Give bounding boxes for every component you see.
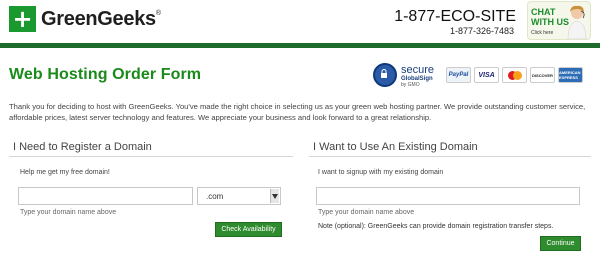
register-divider [9, 156, 293, 157]
chat-label-line2: WITH US [531, 17, 569, 27]
existing-divider [309, 156, 591, 157]
existing-input-hint: Type your domain name above [318, 209, 415, 216]
padlock-icon [381, 69, 387, 78]
logo-wordmark: GreenGeeks [41, 7, 156, 30]
logo-plus-icon: + [9, 6, 36, 32]
register-input-hint: Type your domain name above [20, 209, 117, 216]
site-header: + GreenGeeks® 1-877-ECO-SITE 1-877-326-7… [0, 0, 600, 44]
check-availability-button[interactable]: Check Availability [215, 222, 282, 237]
register-domain-heading: I Need to Register a Domain [13, 141, 152, 153]
secure-badge[interactable]: secure GlobalSign by GMO [373, 63, 443, 91]
logo-registered-mark: ® [155, 9, 161, 17]
visa-card-icon: VISA [474, 67, 499, 83]
mastercard-icon [502, 67, 527, 83]
logo-mark: + [12, 5, 33, 33]
header-divider [0, 43, 600, 48]
tld-select[interactable]: .com [197, 187, 281, 205]
existing-domain-input[interactable] [316, 187, 580, 205]
transfer-note: Note (optional): GreenGeeks can provide … [318, 223, 554, 230]
logo-text: GreenGeeks® [41, 8, 161, 31]
continue-button[interactable]: Continue [540, 236, 581, 251]
phone-number-main: 1-877-ECO-SITE [394, 8, 516, 25]
page-title: Web Hosting Order Form [9, 66, 202, 83]
chat-label-click: Click here [531, 30, 554, 36]
existing-domain-heading: I Want to Use An Existing Domain [313, 141, 478, 153]
select-arrow[interactable] [270, 189, 279, 203]
logo[interactable]: + GreenGeeks® [9, 6, 161, 32]
phone-number-numeric: 1-877-326-7483 [449, 26, 514, 36]
support-agent-icon [567, 5, 587, 39]
register-help-text: Help me get my free domain! [20, 169, 110, 176]
intro-paragraph: Thank you for deciding to host with Gree… [9, 102, 586, 122]
chevron-down-icon [272, 193, 278, 199]
secure-label: secure [401, 64, 435, 76]
chat-label-line1: CHAT [531, 7, 556, 17]
existing-help-text: I want to signup with my existing domain [318, 169, 444, 176]
gmo-label: by GMO [401, 82, 420, 88]
paypal-card-icon: PayPal [446, 67, 471, 83]
tld-selected-value: .com [206, 192, 224, 201]
amex-card-icon: AMERICAN EXPRESS [558, 67, 583, 83]
chat-with-us-button[interactable]: CHAT WITH US Click here [527, 1, 591, 40]
mastercard-yellow-circle [512, 70, 522, 80]
register-domain-input[interactable] [18, 187, 193, 205]
discover-card-icon: DISCOVER [530, 67, 555, 83]
